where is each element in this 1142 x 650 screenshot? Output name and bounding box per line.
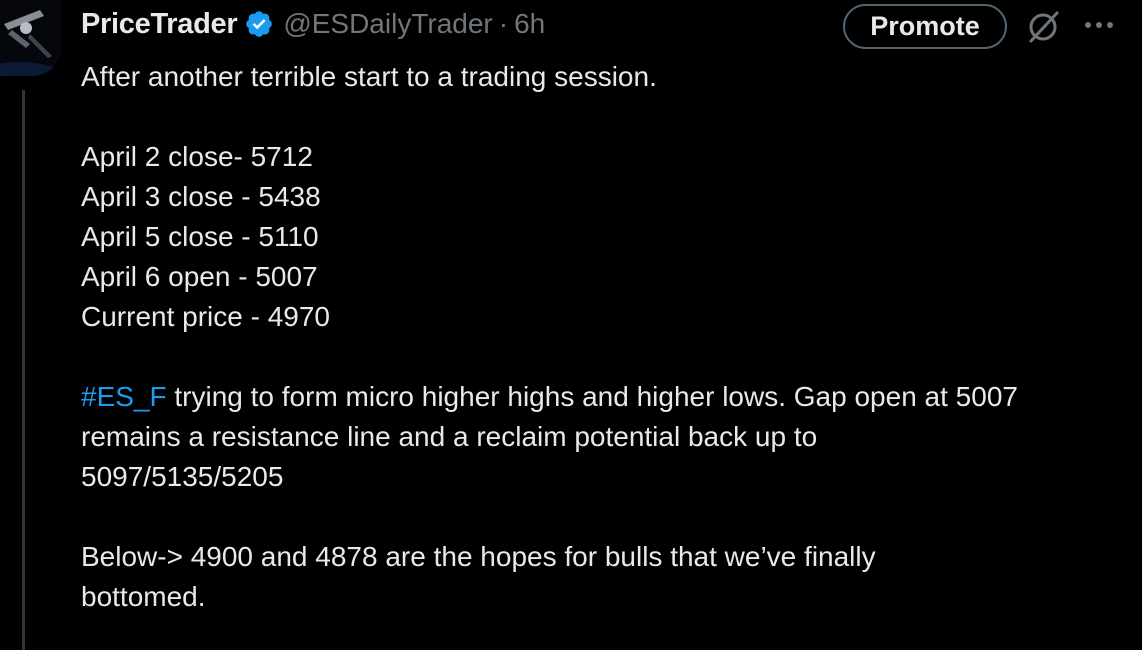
price-line: April 3 close - 5438 [81,181,321,212]
timestamp[interactable]: 6h [514,8,545,40]
price-line: April 5 close - 5110 [81,221,319,252]
tweet-intro: After another terrible start to a tradin… [81,61,657,92]
analysis-line: 5097/5135/5205 [81,461,284,492]
tweet-text: After another terrible start to a tradin… [81,57,1131,617]
verified-badge-icon[interactable] [244,9,274,39]
price-line: April 2 close- 5712 [81,141,313,172]
separator-dot: · [498,8,509,39]
avatar-image [0,0,62,76]
tweet-header: PriceTrader @ESDailyTrader · 6h [81,0,545,48]
user-handle[interactable]: @ESDailyTrader [283,8,492,40]
grok-icon[interactable] [1024,8,1062,46]
analysis-line: #ES_F trying to form micro higher highs … [81,377,1131,417]
analysis-text: trying to form micro higher highs and hi… [166,381,1018,412]
more-horizontal-icon[interactable] [1082,10,1116,40]
avatar[interactable] [0,0,62,76]
promote-button[interactable]: Promote [843,4,1007,49]
below-line: bottomed. [81,581,206,612]
below-line: Below-> 4900 and 4878 are the hopes for … [81,541,876,572]
display-name[interactable]: PriceTrader [81,8,238,41]
analysis-line: remains a resistance line and a reclaim … [81,421,818,452]
price-line: April 6 open - 5007 [81,261,318,292]
hashtag-link[interactable]: #ES_F [81,381,167,412]
price-line: Current price - 4970 [81,301,331,332]
thread-line [22,90,25,650]
